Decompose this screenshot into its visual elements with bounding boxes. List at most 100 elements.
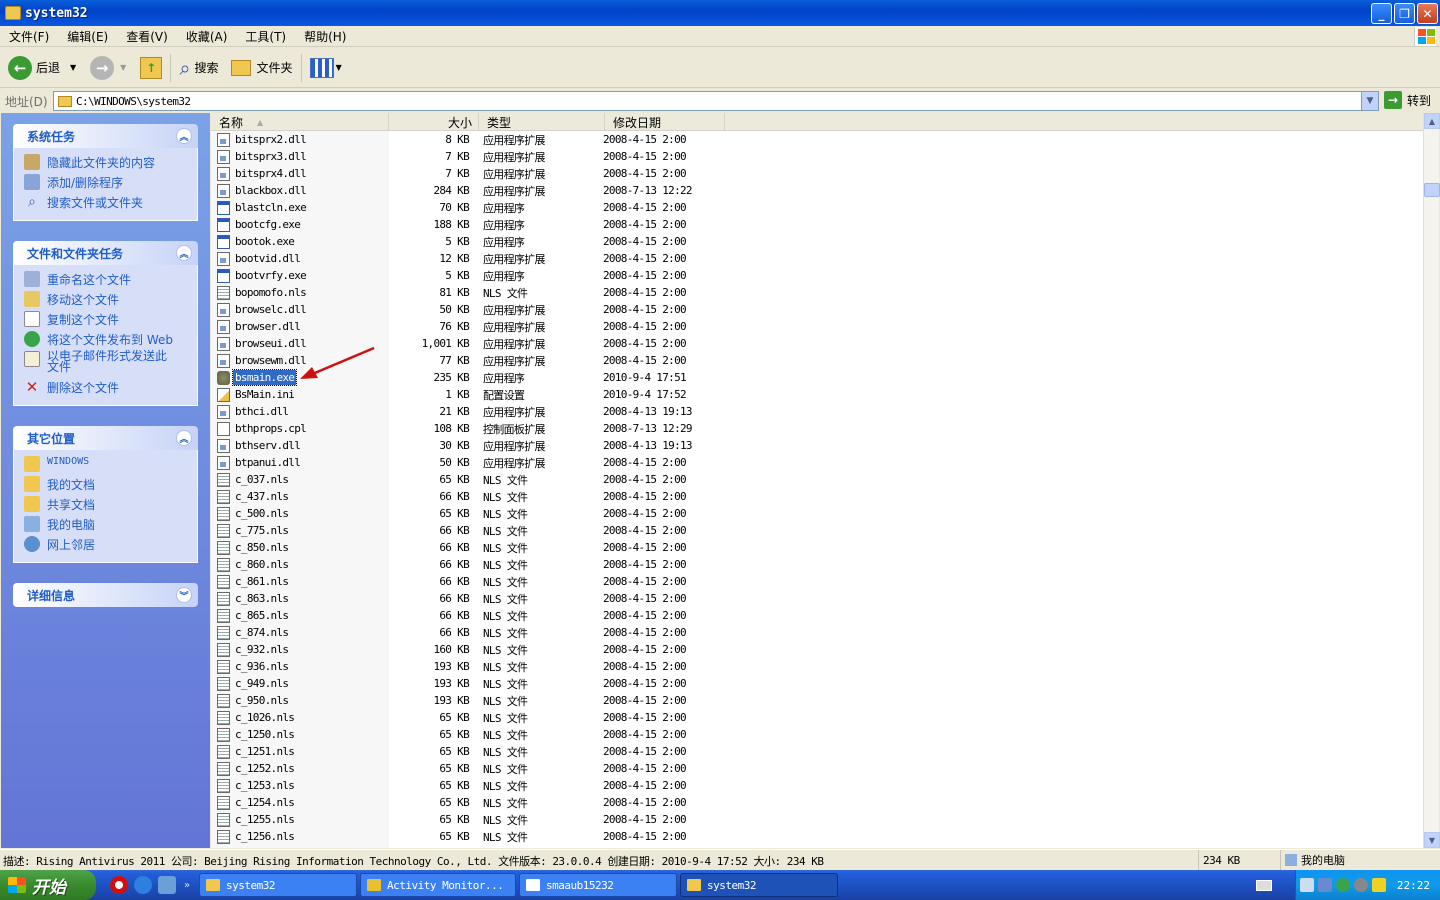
ie-icon[interactable]: [134, 876, 152, 894]
dropdown-icon[interactable]: ▼: [336, 63, 342, 72]
collapse-icon[interactable]: ︽: [176, 430, 192, 446]
file-row[interactable]: c_1254.nls 65 KB NLS 文件 2008-4-15 2:00: [211, 794, 1423, 811]
file-row[interactable]: browsewm.dll 77 KB 应用程序扩展 2008-4-15 2:00: [211, 352, 1423, 369]
opera-icon[interactable]: [110, 876, 128, 894]
file-name-cell[interactable]: c_1252.nls: [211, 760, 389, 777]
file-row[interactable]: bootcfg.exe 188 KB 应用程序 2008-4-15 2:00: [211, 216, 1423, 233]
file-name-cell[interactable]: c_1256.nls: [211, 828, 389, 845]
views-button[interactable]: ▼: [309, 53, 342, 83]
file-row[interactable]: c_1252.nls 65 KB NLS 文件 2008-4-15 2:00: [211, 760, 1423, 777]
file-row[interactable]: blackbox.dll 284 KB 应用程序扩展 2008-7-13 12:22: [211, 182, 1423, 199]
file-row[interactable]: bthci.dll 21 KB 应用程序扩展 2008-4-13 19:13: [211, 403, 1423, 420]
file-row[interactable]: c_437.nls 66 KB NLS 文件 2008-4-15 2:00: [211, 488, 1423, 505]
file-name-cell[interactable]: bthci.dll: [211, 403, 389, 420]
menu-favorites[interactable]: 收藏(A): [177, 28, 237, 45]
search-button[interactable]: ⌕ 搜索: [179, 53, 218, 83]
file-row[interactable]: c_850.nls 66 KB NLS 文件 2008-4-15 2:00: [211, 539, 1423, 556]
search-files-link[interactable]: ⌕ 搜索文件或文件夹: [24, 194, 197, 214]
column-size[interactable]: 大小: [389, 113, 479, 131]
dropdown-icon[interactable]: ▼: [120, 63, 126, 72]
file-name-cell[interactable]: c_037.nls: [211, 471, 389, 488]
file-name-cell[interactable]: c_861.nls: [211, 573, 389, 590]
system-tasks-header[interactable]: 系统任务 ︽: [13, 124, 198, 148]
move-file-link[interactable]: 移动这个文件: [24, 291, 197, 311]
file-name-cell[interactable]: bitsprx4.dll: [211, 165, 389, 182]
file-name-cell[interactable]: c_437.nls: [211, 488, 389, 505]
file-name-cell[interactable]: bootvid.dll: [211, 250, 389, 267]
email-file-link[interactable]: 以电子邮件形式发送此文件: [24, 350, 197, 379]
file-name-cell[interactable]: bootok.exe: [211, 233, 389, 250]
minimize-button[interactable]: _: [1371, 3, 1392, 24]
place-my-computer[interactable]: 我的电脑: [24, 516, 197, 536]
file-name-cell[interactable]: c_1253.nls: [211, 777, 389, 794]
file-row[interactable]: bitsprx3.dll 7 KB 应用程序扩展 2008-4-15 2:00: [211, 148, 1423, 165]
hide-folder-contents-link[interactable]: 隐藏此文件夹的内容: [24, 154, 197, 174]
file-row[interactable]: btpanui.dll 50 KB 应用程序扩展 2008-4-15 2:00: [211, 454, 1423, 471]
folders-button[interactable]: 文件夹: [230, 53, 293, 83]
restore-button[interactable]: ❐: [1394, 3, 1415, 24]
file-row[interactable]: c_1250.nls 65 KB NLS 文件 2008-4-15 2:00: [211, 726, 1423, 743]
file-name-cell[interactable]: c_775.nls: [211, 522, 389, 539]
tray-gray-icon[interactable]: [1354, 878, 1368, 892]
scroll-thumb[interactable]: [1424, 183, 1440, 197]
file-row[interactable]: c_860.nls 66 KB NLS 文件 2008-4-15 2:00: [211, 556, 1423, 573]
file-name-cell[interactable]: browselc.dll: [211, 301, 389, 318]
file-list[interactable]: 名称 ▲ 大小 类型 修改日期 bitsprx2.dll 8 KB 应用程序扩展 200…: [211, 113, 1423, 848]
file-row[interactable]: c_775.nls 66 KB NLS 文件 2008-4-15 2:00: [211, 522, 1423, 539]
file-row[interactable]: bootok.exe 5 KB 应用程序 2008-4-15 2:00: [211, 233, 1423, 250]
task-activity-monitor[interactable]: Activity Monitor...: [360, 873, 516, 897]
file-row[interactable]: browselc.dll 50 KB 应用程序扩展 2008-4-15 2:00: [211, 301, 1423, 318]
file-name-cell[interactable]: bootvrfy.exe: [211, 267, 389, 284]
scroll-up-button[interactable]: ▲: [1424, 113, 1440, 129]
file-row[interactable]: c_1026.nls 65 KB NLS 文件 2008-4-15 2:00: [211, 709, 1423, 726]
file-name-cell[interactable]: c_936.nls: [211, 658, 389, 675]
file-row[interactable]: bsmain.exe 235 KB 应用程序 2010-9-4 17:51: [211, 369, 1423, 386]
clock[interactable]: 22:22: [1397, 879, 1430, 892]
back-button[interactable]: ← 后退 ▼: [8, 53, 76, 83]
file-tasks-header[interactable]: 文件和文件夹任务 ︽: [13, 241, 198, 265]
dropdown-icon[interactable]: ▼: [70, 63, 76, 72]
file-name-cell[interactable]: blastcln.exe: [211, 199, 389, 216]
vertical-scrollbar[interactable]: ▲ ▼: [1423, 113, 1440, 848]
file-name-cell[interactable]: c_949.nls: [211, 675, 389, 692]
expand-icon[interactable]: ︾: [176, 587, 192, 603]
file-name-cell[interactable]: bthserv.dll: [211, 437, 389, 454]
delete-file-link[interactable]: ✕ 删除这个文件: [24, 378, 197, 399]
file-row[interactable]: c_1256.nls 65 KB NLS 文件 2008-4-15 2:00: [211, 828, 1423, 845]
place-my-documents[interactable]: 我的文档: [24, 476, 197, 496]
menu-help[interactable]: 帮助(H): [295, 28, 355, 45]
security-shield-icon[interactable]: [1372, 878, 1386, 892]
file-row[interactable]: bitsprx4.dll 7 KB 应用程序扩展 2008-4-15 2:00: [211, 165, 1423, 182]
file-row[interactable]: c_865.nls 66 KB NLS 文件 2008-4-15 2:00: [211, 607, 1423, 624]
file-name-cell[interactable]: c_865.nls: [211, 607, 389, 624]
file-name-cell[interactable]: bitsprx2.dll: [211, 131, 389, 148]
tray-app-icon[interactable]: [1300, 878, 1314, 892]
details-header[interactable]: 详细信息 ︾: [13, 583, 198, 607]
file-row[interactable]: c_949.nls 193 KB NLS 文件 2008-4-15 2:00: [211, 675, 1423, 692]
shield-icon[interactable]: [158, 876, 176, 894]
file-name-cell[interactable]: c_1026.nls: [211, 709, 389, 726]
collapse-icon[interactable]: ︽: [176, 245, 192, 261]
file-name-cell[interactable]: c_1254.nls: [211, 794, 389, 811]
task-smaaub[interactable]: smaaub15232: [519, 873, 677, 897]
file-name-cell[interactable]: browser.dll: [211, 318, 389, 335]
file-name-cell[interactable]: bthprops.cpl: [211, 420, 389, 437]
column-date[interactable]: 修改日期: [605, 113, 725, 131]
file-name-cell[interactable]: bootcfg.exe: [211, 216, 389, 233]
file-row[interactable]: c_932.nls 160 KB NLS 文件 2008-4-15 2:00: [211, 641, 1423, 658]
rename-file-link[interactable]: 重命名这个文件: [24, 271, 197, 291]
forward-button[interactable]: → ▼: [90, 53, 126, 83]
column-type[interactable]: 类型: [479, 113, 605, 131]
file-row[interactable]: bopomofo.nls 81 KB NLS 文件 2008-4-15 2:00: [211, 284, 1423, 301]
column-name[interactable]: 名称 ▲: [211, 113, 389, 131]
file-name-cell[interactable]: btpanui.dll: [211, 454, 389, 471]
file-name-cell[interactable]: bitsprx3.dll: [211, 148, 389, 165]
file-name-cell[interactable]: BsMain.ini: [211, 386, 389, 403]
place-windows[interactable]: WINDOWS: [24, 456, 197, 476]
copy-file-link[interactable]: 复制这个文件: [24, 311, 197, 331]
file-name-cell[interactable]: c_500.nls: [211, 505, 389, 522]
file-row[interactable]: c_1255.nls 65 KB NLS 文件 2008-4-15 2:00: [211, 811, 1423, 828]
file-name-cell[interactable]: c_932.nls: [211, 641, 389, 658]
collapse-icon[interactable]: ︽: [176, 128, 192, 144]
file-name-cell[interactable]: c_1255.nls: [211, 811, 389, 828]
